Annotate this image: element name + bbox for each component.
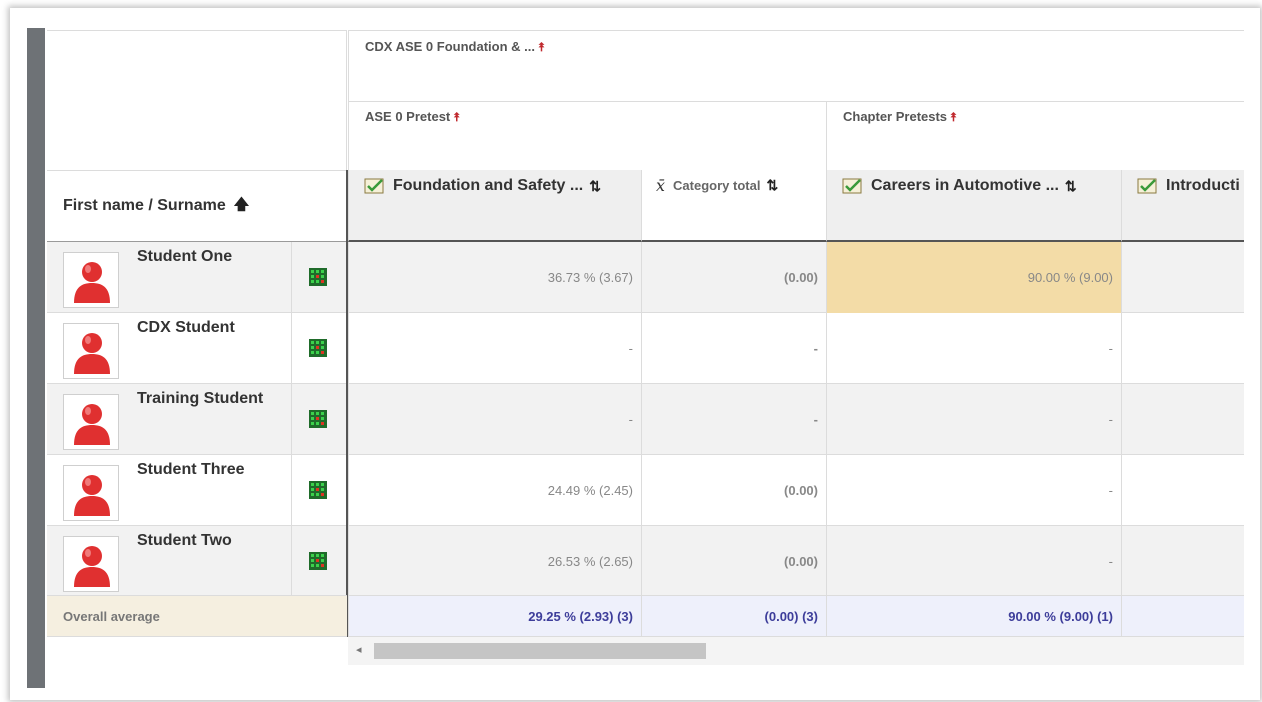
grade-cell[interactable]: 26.53 % (2.65) bbox=[348, 526, 641, 597]
grade-cell[interactable] bbox=[1121, 526, 1244, 597]
grade-report-icon[interactable] bbox=[308, 267, 328, 287]
category-header-chapter: Chapter Pretests ⯭ bbox=[826, 101, 1244, 171]
grade-cell[interactable] bbox=[1121, 242, 1244, 313]
grade-cell[interactable]: - bbox=[826, 384, 1121, 455]
corner-header bbox=[47, 30, 347, 171]
grade-cell[interactable]: 36.73 % (3.67) bbox=[348, 242, 641, 313]
grade-report-icon[interactable] bbox=[308, 551, 328, 571]
quiz-icon bbox=[841, 176, 865, 196]
student-name-cell: Student Two bbox=[47, 526, 292, 597]
name-column-header[interactable]: First name / Surname 🡅 bbox=[47, 170, 347, 242]
mean-icon: x̄ bbox=[656, 176, 666, 195]
grade-cell[interactable]: (0.00) bbox=[641, 242, 826, 313]
student-name-cell: Student Three bbox=[47, 455, 292, 526]
column-header-category-total[interactable]: x̄ Category total ⇅ bbox=[641, 170, 826, 242]
scroll-left-arrow-icon[interactable]: ◂ bbox=[356, 643, 362, 656]
student-name[interactable]: Training Student bbox=[137, 390, 263, 408]
grade-cell[interactable]: (0.00) bbox=[641, 526, 826, 597]
student-name-cell: Training Student bbox=[47, 384, 292, 455]
student-name-cell: CDX Student bbox=[47, 313, 292, 384]
quiz-icon bbox=[1136, 176, 1160, 196]
column-header-introduction[interactable]: Introducti bbox=[1121, 170, 1244, 242]
name-column-label[interactable]: First name / Surname bbox=[63, 197, 226, 215]
category-header-top: CDX ASE 0 Foundation & ... ⯭ bbox=[348, 30, 1244, 102]
average-value bbox=[1121, 595, 1244, 637]
grade-cell[interactable]: (0.00) bbox=[641, 455, 826, 526]
sort-icon[interactable]: ⇅ bbox=[1065, 178, 1077, 194]
average-value: 29.25 % (2.93) (3) bbox=[348, 595, 641, 637]
collapse-icon[interactable]: ⯭ bbox=[538, 40, 545, 54]
horizontal-scrollbar[interactable]: ◂ bbox=[348, 637, 1244, 665]
average-value: 90.00 % (9.00) (1) bbox=[826, 595, 1121, 637]
column-label[interactable]: Introducti bbox=[1166, 177, 1240, 194]
user-avatar-icon[interactable] bbox=[63, 536, 119, 592]
grade-cell[interactable] bbox=[1121, 384, 1244, 455]
grade-cell[interactable]: - bbox=[348, 313, 641, 384]
student-name[interactable]: Student Three bbox=[137, 461, 245, 479]
grade-cell[interactable]: - bbox=[826, 455, 1121, 526]
scrollbar-thumb[interactable] bbox=[374, 643, 706, 659]
column-label[interactable]: Careers in Automotive ... bbox=[871, 177, 1059, 194]
quiz-icon bbox=[363, 176, 387, 196]
grade-cell[interactable]: - bbox=[348, 384, 641, 455]
overall-average-label: Overall average bbox=[47, 595, 347, 637]
grade-report-icon[interactable] bbox=[308, 409, 328, 429]
grade-cell[interactable]: 24.49 % (2.45) bbox=[348, 455, 641, 526]
left-sidebar-strip bbox=[27, 28, 45, 688]
user-avatar-icon[interactable] bbox=[63, 465, 119, 521]
category-b-label: Chapter Pretests bbox=[843, 109, 948, 124]
sort-icon[interactable]: ⇅ bbox=[589, 178, 601, 194]
user-avatar-icon[interactable] bbox=[63, 394, 119, 450]
student-name[interactable]: Student Two bbox=[137, 532, 232, 550]
average-value: (0.00) (3) bbox=[641, 595, 826, 637]
user-avatar-icon[interactable] bbox=[63, 252, 119, 308]
grade-cell[interactable]: - bbox=[641, 384, 826, 455]
column-label[interactable]: Foundation and Safety ... bbox=[393, 177, 583, 194]
column-header-foundation[interactable]: Foundation and Safety ... ⇅ bbox=[348, 170, 641, 242]
grade-cell[interactable]: - bbox=[641, 313, 826, 384]
collapse-icon[interactable]: ⯭ bbox=[453, 110, 460, 124]
frozen-column-divider bbox=[346, 170, 348, 637]
category-a-label: ASE 0 Pretest bbox=[365, 109, 451, 124]
grade-cell[interactable] bbox=[1121, 313, 1244, 384]
student-name[interactable]: Student One bbox=[137, 248, 232, 266]
grade-cell[interactable] bbox=[1121, 455, 1244, 526]
average-label-text: Overall average bbox=[63, 608, 160, 624]
grade-cell[interactable]: - bbox=[826, 313, 1121, 384]
column-header-careers[interactable]: Careers in Automotive ... ⇅ bbox=[826, 170, 1121, 242]
collapse-icon[interactable]: ⯭ bbox=[950, 110, 957, 124]
sort-icon[interactable]: ⇅ bbox=[766, 177, 778, 193]
category-header-ase0: ASE 0 Pretest ⯭ bbox=[348, 101, 826, 171]
user-avatar-icon[interactable] bbox=[63, 323, 119, 379]
student-name-cell: Student One bbox=[47, 242, 292, 313]
column-label[interactable]: Category total bbox=[673, 178, 760, 193]
grade-cell[interactable]: - bbox=[826, 526, 1121, 597]
student-name[interactable]: CDX Student bbox=[137, 319, 235, 337]
grade-report-icon[interactable] bbox=[308, 338, 328, 358]
grade-report-icon[interactable] bbox=[308, 480, 328, 500]
category-top-label: CDX ASE 0 Foundation & ... bbox=[365, 39, 535, 54]
arrow-up-icon[interactable]: 🡅 bbox=[234, 194, 249, 219]
grade-cell[interactable]: 90.00 % (9.00) bbox=[826, 242, 1121, 313]
